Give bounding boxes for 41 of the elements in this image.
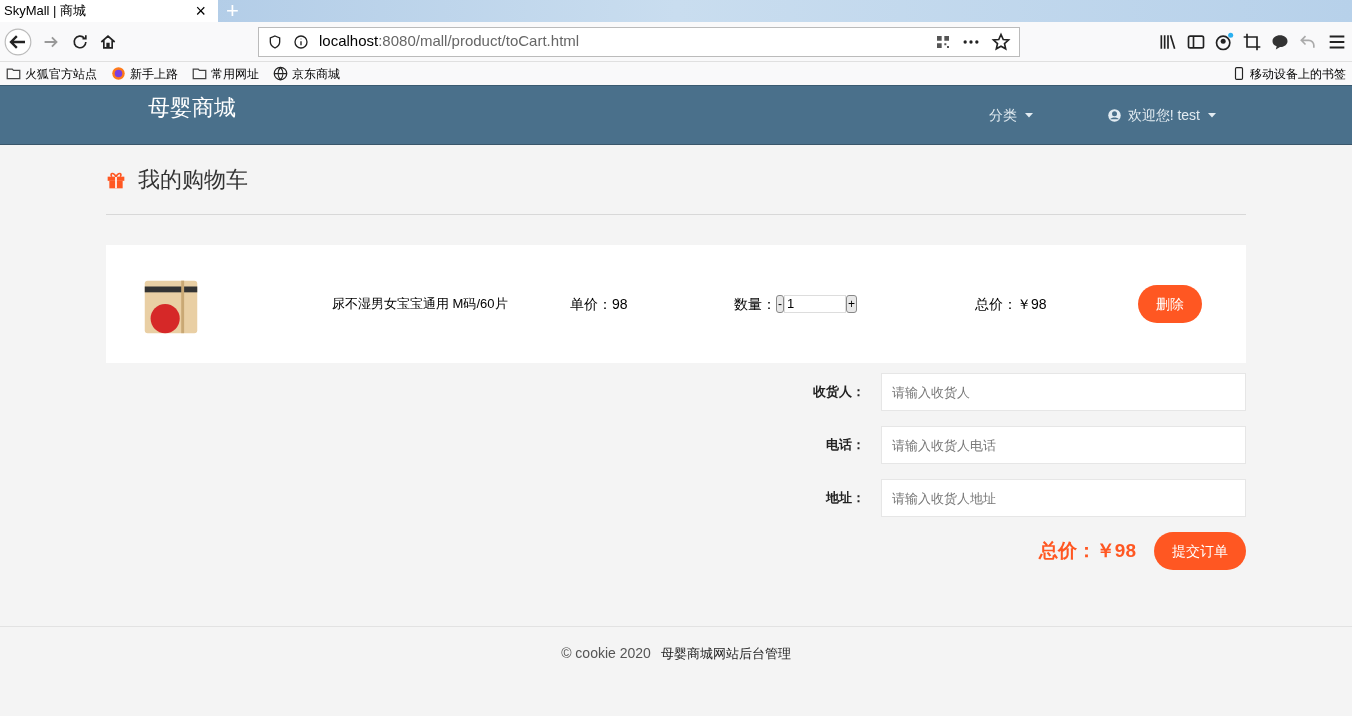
product-name: 尿不湿男女宝宝通用 M码/60片 — [332, 295, 509, 314]
close-button[interactable]: × — [187, 2, 214, 20]
input-field[interactable]: 请输入收货人地址 — [881, 479, 1246, 517]
browser-tab[interactable]: SkyMall | 商城 × — [0, 0, 218, 22]
input-field[interactable]: 请输入收货人电话 — [881, 426, 1246, 464]
admin-link[interactable]: 母婴商城网站后台管理 — [660, 646, 791, 661]
input-field[interactable]: 请输入收货人 — [881, 373, 1246, 411]
user-icon — [1106, 107, 1122, 123]
copyright-text: © cookie 2020 — [561, 645, 651, 661]
page-title: 我的购物车 — [138, 166, 248, 194]
star-icon[interactable] — [991, 31, 1011, 52]
folder-icon — [192, 66, 207, 81]
item-total: 总价：￥98 — [975, 295, 1047, 312]
bookmark-link[interactable]: 常用网址 — [192, 64, 259, 83]
browser-logo-icon — [111, 66, 126, 81]
qr-code-icon[interactable] — [935, 33, 951, 50]
info-icon — [293, 33, 309, 50]
increase-button[interactable]: + — [846, 295, 857, 313]
address-bar[interactable]: localhost:8080/mall/product/toCart.html — [258, 26, 1020, 57]
quantity-field[interactable]: 1 — [784, 295, 846, 313]
site-brand[interactable]: 母婴商城 — [148, 90, 236, 124]
shield-icon — [267, 33, 283, 50]
url-text: localhost:8080/mall/product/toCart.html — [319, 31, 580, 52]
bookmark-link[interactable]: 京东商城 — [273, 64, 340, 83]
field-label: 收货人： — [812, 383, 866, 402]
phone-icon — [1232, 66, 1246, 81]
unit-price: 单价：98 — [570, 295, 628, 312]
account-icon[interactable] — [1214, 31, 1234, 52]
field-label: 电话： — [825, 436, 866, 455]
quantity-label: 数量： — [734, 294, 776, 314]
nav-dropdown[interactable]: 分类 — [982, 103, 1041, 127]
bookmark-link[interactable]: 火狐官方站点 — [6, 64, 97, 83]
folder-icon — [6, 66, 21, 81]
nav-dropdown[interactable]: 欢迎您! test — [1100, 103, 1224, 127]
order-total: 总价：￥98 — [1038, 538, 1136, 563]
crop-icon[interactable] — [1242, 31, 1262, 52]
back-icon[interactable] — [4, 27, 32, 56]
bookmark-link[interactable]: 新手上路 — [111, 64, 178, 83]
field-label: 地址： — [824, 489, 866, 508]
globe-icon — [273, 66, 288, 81]
bookmark-link[interactable]: 移动设备上的书签 — [1232, 64, 1346, 83]
